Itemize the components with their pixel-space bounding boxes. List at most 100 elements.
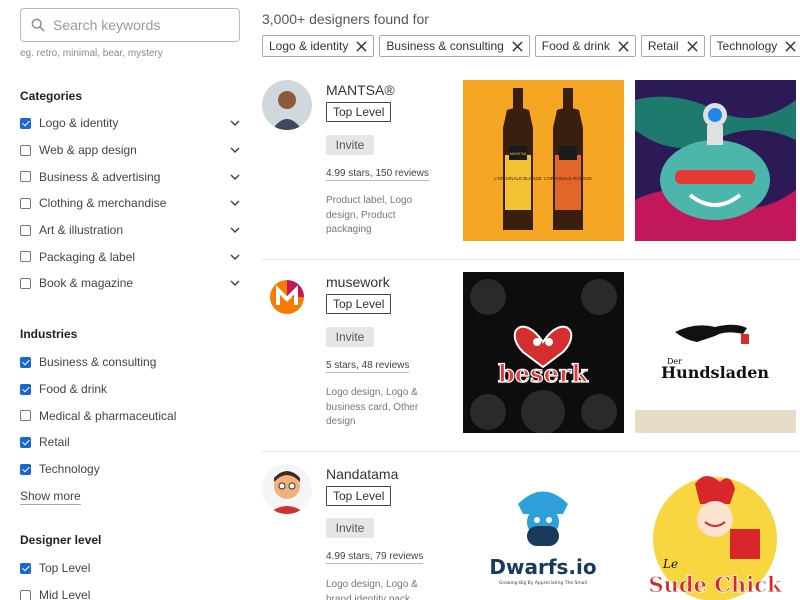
search-icon bbox=[31, 18, 45, 32]
show-more-link[interactable]: Show more bbox=[20, 489, 81, 505]
rating-link[interactable]: 5 stars, 48 reviews bbox=[326, 360, 410, 373]
category-logo-identity[interactable]: Logo & identity bbox=[20, 110, 245, 137]
search-box[interactable] bbox=[20, 8, 240, 42]
industry-retail[interactable]: Retail bbox=[20, 429, 245, 456]
filter-chip[interactable]: Technology bbox=[709, 35, 800, 57]
skills-text: Product label, Logo design, Product pack… bbox=[326, 195, 413, 235]
checkbox[interactable] bbox=[20, 436, 31, 448]
chip-label: Business & consulting bbox=[386, 39, 504, 53]
checkbox[interactable] bbox=[20, 463, 31, 475]
portfolio-thumbnail[interactable]: Le Sude Chick bbox=[635, 464, 796, 600]
checkbox[interactable] bbox=[20, 589, 31, 600]
category-web-app-design[interactable]: Web & app design bbox=[20, 137, 245, 164]
category-label: Art & illustration bbox=[39, 223, 124, 238]
chevron-down-icon[interactable] bbox=[229, 171, 241, 183]
checkbox[interactable] bbox=[20, 197, 31, 209]
portfolio-logo-text: Hundsladen bbox=[661, 363, 769, 382]
avatar[interactable] bbox=[262, 464, 312, 514]
industry-food-drink[interactable]: Food & drink bbox=[20, 376, 245, 403]
designer-name[interactable]: musework bbox=[326, 274, 390, 290]
chevron-down-icon[interactable] bbox=[229, 144, 241, 156]
row-divider bbox=[262, 451, 800, 452]
invite-button[interactable]: Invite bbox=[326, 327, 374, 347]
level-badge: Top Level bbox=[326, 486, 392, 506]
industries-list: Business & consulting Food & drink Medic… bbox=[20, 349, 245, 482]
portfolio-tagline: Growing Big By Appreciating The Small bbox=[499, 580, 587, 586]
portfolio-thumbnail[interactable]: MANTSA L'ORIGINALE BLONDE L'ORIGINALE RO… bbox=[463, 80, 624, 241]
portfolio-thumbnail[interactable]: Der Hundsladen bbox=[635, 272, 796, 433]
checkbox[interactable] bbox=[20, 356, 31, 368]
checkbox[interactable] bbox=[20, 277, 31, 289]
row-divider bbox=[262, 259, 800, 260]
chevron-down-icon[interactable] bbox=[229, 197, 241, 209]
close-icon[interactable] bbox=[686, 40, 698, 52]
portfolio-thumbnail[interactable] bbox=[635, 80, 796, 241]
bottle-label: L'ORIGINALE BLONDE bbox=[494, 176, 542, 181]
filter-chip[interactable]: Food & drink bbox=[534, 35, 636, 57]
portfolio-thumbnail[interactable]: beserk bbox=[463, 272, 624, 433]
close-icon[interactable] bbox=[512, 40, 523, 52]
chevron-down-icon[interactable] bbox=[229, 224, 241, 236]
checkbox[interactable] bbox=[20, 251, 31, 263]
category-label: Logo & identity bbox=[39, 116, 119, 131]
close-icon[interactable] bbox=[618, 40, 629, 52]
portfolio-logo-text: Sude Chick bbox=[648, 572, 782, 597]
checkbox[interactable] bbox=[20, 383, 31, 395]
chip-label: Technology bbox=[716, 39, 778, 53]
chip-label: Retail bbox=[647, 39, 679, 53]
industry-business-consulting[interactable]: Business & consulting bbox=[20, 349, 245, 376]
invite-button[interactable]: Invite bbox=[326, 135, 374, 155]
categories-list: Logo & identity Web & app design Busines… bbox=[20, 110, 245, 297]
portfolio-thumbnail[interactable]: Dwarfs.io Growing Big By Appreciating Th… bbox=[463, 464, 624, 600]
checkbox[interactable] bbox=[20, 117, 31, 129]
category-label: Clothing & merchandise bbox=[39, 196, 167, 211]
industry-label: Technology bbox=[39, 462, 100, 477]
portfolio-logo-text: beserk bbox=[498, 359, 589, 388]
designer-name[interactable]: MANTSA® bbox=[326, 82, 395, 98]
close-icon[interactable] bbox=[356, 40, 367, 52]
level-mid[interactable]: Mid Level bbox=[20, 582, 245, 600]
category-label: Book & magazine bbox=[39, 276, 134, 291]
rating-link[interactable]: 4.99 stars, 79 reviews bbox=[326, 551, 424, 564]
skills-text: Logo design, Logo & business card, Other… bbox=[326, 387, 419, 427]
checkbox[interactable] bbox=[20, 562, 31, 574]
filter-chip[interactable]: Logo & identity bbox=[262, 35, 375, 57]
category-clothing-merchandise[interactable]: Clothing & merchandise bbox=[20, 190, 245, 217]
industry-medical-pharmaceutical[interactable]: Medical & pharmaceutical bbox=[20, 402, 245, 429]
chevron-down-icon[interactable] bbox=[229, 277, 241, 289]
industries-heading: Industries bbox=[20, 327, 78, 341]
rating-link[interactable]: 4.99 stars, 150 reviews bbox=[326, 168, 429, 181]
skills-text: Logo design, Logo & brand identity pack,… bbox=[326, 579, 418, 600]
chip-label: Logo & identity bbox=[269, 39, 349, 53]
portfolio-logo-text: Dwarfs.io bbox=[489, 555, 596, 579]
avatar[interactable] bbox=[262, 80, 312, 130]
category-label: Business & advertising bbox=[39, 169, 161, 184]
level-label: Mid Level bbox=[39, 588, 91, 600]
checkbox[interactable] bbox=[20, 144, 31, 156]
checkbox[interactable] bbox=[20, 224, 31, 236]
avatar[interactable] bbox=[262, 272, 312, 322]
filter-chip[interactable]: Retail bbox=[640, 35, 705, 57]
checkbox[interactable] bbox=[20, 171, 31, 183]
chevron-down-icon[interactable] bbox=[229, 117, 241, 129]
designer-name[interactable]: Nandatama bbox=[326, 466, 398, 482]
checkbox[interactable] bbox=[20, 410, 31, 422]
category-business-advertising[interactable]: Business & advertising bbox=[20, 163, 245, 190]
bottle-label: L'ORIGINALE ROUSSE bbox=[544, 176, 592, 181]
level-label: Top Level bbox=[39, 561, 91, 576]
chip-label: Food & drink bbox=[541, 39, 610, 53]
search-input[interactable] bbox=[53, 17, 233, 33]
close-icon[interactable] bbox=[785, 40, 796, 52]
chevron-down-icon[interactable] bbox=[229, 251, 241, 263]
invite-button[interactable]: Invite bbox=[326, 518, 374, 538]
designer-level-list: Top Level Mid Level bbox=[20, 555, 245, 600]
category-packaging-label[interactable]: Packaging & label bbox=[20, 243, 245, 270]
level-top[interactable]: Top Level bbox=[20, 555, 245, 582]
categories-heading: Categories bbox=[20, 89, 83, 103]
level-badge: Top Level bbox=[326, 294, 392, 314]
industry-technology[interactable]: Technology bbox=[20, 456, 245, 483]
filter-chip[interactable]: Business & consulting bbox=[379, 35, 530, 57]
category-art-illustration[interactable]: Art & illustration bbox=[20, 217, 245, 244]
filter-sidebar: eg. retro, minimal, bear, mystery Catego… bbox=[0, 0, 250, 600]
category-book-magazine[interactable]: Book & magazine bbox=[20, 270, 245, 297]
